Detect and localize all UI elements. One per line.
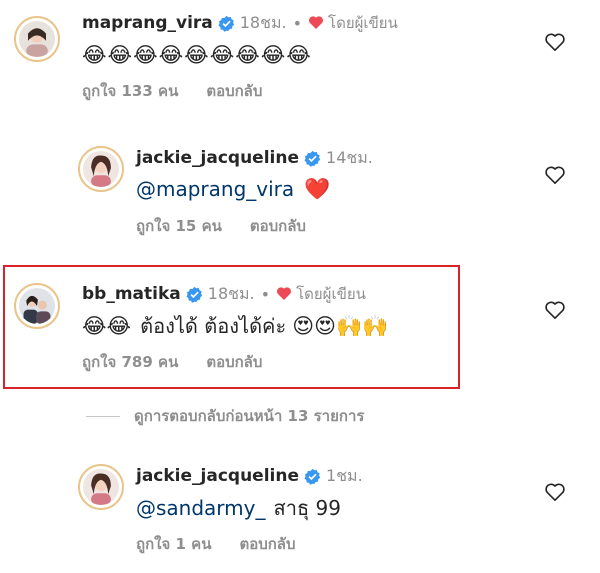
separator-dot: • [292,13,303,33]
heart-eyes-emoji: 😍😍🙌🙌 [292,313,389,338]
reply-button[interactable]: ตอบกลับ [239,532,295,556]
username[interactable]: jackie_jacqueline [136,466,299,486]
like-count[interactable]: ถูกใจ 133 คน [82,79,178,103]
comment-text: สาธุ 99 [273,496,341,520]
comments-panel: maprang_vira 18ชม. • โดยผู้เขียน 😂😂😂😂😂😂😂… [0,0,600,573]
verified-badge-icon [304,150,321,167]
mention-link[interactable]: @maprang_vira [136,177,294,201]
verified-badge-icon [186,286,203,303]
like-heart-icon[interactable] [544,165,566,185]
view-previous-replies[interactable]: ดูการตอบกลับก่อนหน้า 13 รายการ [86,405,364,427]
liked-by-author: โดยผู้เขียน [328,14,398,32]
heart-emoji: ❤️ [304,176,331,201]
like-heart-icon[interactable] [544,482,566,502]
comment-text: ต้องได้ ต้องได้ค่ะ [140,314,287,338]
verified-badge-icon [218,15,235,32]
divider-line [86,415,120,417]
timestamp: 1ชม. [326,465,363,485]
reply-button[interactable]: ตอบกลับ [206,79,262,103]
laugh-emoji: 😂😂 [82,313,132,338]
like-heart-icon[interactable] [544,32,566,52]
view-previous-replies-label: ดูการตอบกลับก่อนหน้า 13 รายการ [134,407,365,425]
avatar[interactable] [78,146,124,192]
like-count[interactable]: ถูกใจ 1 คน [136,532,211,556]
avatar[interactable] [78,464,124,510]
author-heart-icon [276,286,292,302]
mention-link[interactable]: @sandarmy_ [136,496,266,520]
separator-dot: • [260,284,271,304]
timestamp: 14ชม. [326,147,373,167]
comment-emoji: 😂😂😂😂😂😂😂😂😂 [82,42,312,67]
author-heart-icon [308,15,324,31]
timestamp: 18ชม. [207,283,255,303]
avatar[interactable] [14,283,60,329]
username[interactable]: jackie_jacqueline [136,148,299,168]
like-count[interactable]: ถูกใจ 789 คน [82,350,178,374]
username[interactable]: bb_matika [82,284,181,304]
reply-button[interactable]: ตอบกลับ [206,350,262,374]
like-count[interactable]: ถูกใจ 15 คน [136,214,222,238]
timestamp: 18ชม. [239,12,287,32]
avatar[interactable] [14,16,60,62]
liked-by-author: โดยผู้เขียน [296,285,366,303]
verified-badge-icon [304,468,321,485]
username[interactable]: maprang_vira [82,13,213,33]
like-heart-icon[interactable] [544,300,566,320]
reply-button[interactable]: ตอบกลับ [250,214,306,238]
